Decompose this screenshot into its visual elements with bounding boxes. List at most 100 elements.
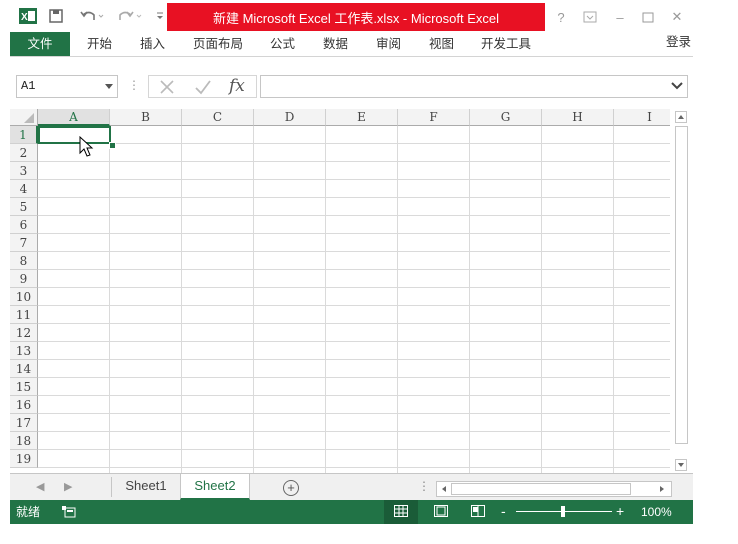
vertical-scroll-thumb[interactable] [675, 126, 688, 444]
grid-row-line [38, 143, 670, 144]
horizontal-scrollbar[interactable] [436, 481, 672, 497]
macro-record-icon[interactable] [62, 506, 76, 518]
scroll-left-icon[interactable] [438, 483, 450, 495]
column-header-g[interactable]: G [470, 109, 542, 126]
row-header-8[interactable]: 8 [10, 252, 38, 270]
scroll-down-icon[interactable] [675, 459, 687, 471]
row-header-5[interactable]: 5 [10, 198, 38, 216]
row-header-6[interactable]: 6 [10, 216, 38, 234]
undo-icon[interactable] [78, 6, 106, 26]
grid-row-line [38, 287, 670, 288]
tab-formulas[interactable]: 公式 [270, 32, 295, 56]
prev-sheet-icon[interactable]: ◀ [36, 480, 44, 493]
ribbon-tabs: 文件 开始 插入 页面布局 公式 数据 审阅 视图 开发工具 [10, 32, 693, 56]
grid-row-line [38, 341, 670, 342]
row-header-16[interactable]: 16 [10, 396, 38, 414]
tab-data[interactable]: 数据 [323, 32, 348, 56]
normal-view-button[interactable] [384, 500, 418, 524]
grid-row-line [38, 161, 670, 162]
add-sheet-button[interactable]: + [283, 480, 299, 496]
tab-home[interactable]: 开始 [87, 32, 112, 56]
row-header-17[interactable]: 17 [10, 414, 38, 432]
tab-developer[interactable]: 开发工具 [481, 32, 531, 56]
scroll-up-icon[interactable] [675, 111, 687, 123]
ribbon-divider [10, 56, 693, 57]
grid-row-line [38, 449, 670, 450]
row-header-1[interactable]: 1 [10, 126, 38, 144]
formula-input[interactable] [260, 75, 688, 98]
row-header-11[interactable]: 11 [10, 306, 38, 324]
minimize-button[interactable]: – [610, 8, 630, 26]
grid-row-line [38, 323, 670, 324]
column-header-i[interactable]: I [614, 109, 670, 126]
tab-file[interactable]: 文件 [10, 32, 70, 56]
zoom-level[interactable]: 100% [641, 500, 672, 524]
zoom-slider-thumb[interactable] [561, 506, 565, 517]
zoom-out-button[interactable]: - [501, 500, 506, 522]
worksheet-grid[interactable]: ABCDEFGHI 1 2 3 4 5 6 7 8 9 10 11 12 13 14 15 16 17 18 19 [10, 109, 670, 473]
row-header-10[interactable]: 10 [10, 288, 38, 306]
close-button[interactable]: ✕ [667, 8, 687, 26]
cancel-icon[interactable] [159, 79, 175, 95]
customize-qat-icon[interactable] [155, 6, 165, 26]
chevron-down-icon[interactable] [105, 84, 113, 89]
column-header-h[interactable]: H [542, 109, 614, 126]
tab-review[interactable]: 审阅 [376, 32, 401, 56]
name-box[interactable]: A1 [16, 75, 118, 98]
tab-view[interactable]: 视图 [429, 32, 454, 56]
column-header-a[interactable]: A [38, 109, 110, 126]
maximize-button[interactable] [638, 8, 658, 26]
column-header-e[interactable]: E [326, 109, 398, 126]
row-header-3[interactable]: 3 [10, 162, 38, 180]
split-handle-icon[interactable]: ⋮ [418, 479, 430, 493]
redo-icon[interactable] [116, 6, 144, 26]
vertical-scrollbar[interactable] [673, 109, 689, 473]
select-all-corner[interactable] [10, 109, 38, 126]
column-header-c[interactable]: C [182, 109, 254, 126]
save-icon[interactable] [48, 6, 64, 26]
row-header-14[interactable]: 14 [10, 360, 38, 378]
row-header-18[interactable]: 18 [10, 432, 38, 450]
window-title: 新建 Microsoft Excel 工作表.xlsx - Microsoft … [167, 3, 545, 31]
column-header-f[interactable]: F [398, 109, 470, 126]
grid-row-line [38, 233, 670, 234]
more-options-icon[interactable]: ⋮ [128, 78, 140, 92]
status-ready: 就绪 [16, 505, 41, 519]
help-button[interactable]: ? [551, 8, 571, 26]
expand-formula-bar-icon[interactable] [671, 81, 683, 91]
row-header-2[interactable]: 2 [10, 144, 38, 162]
svg-text:X: X [21, 12, 28, 23]
grid-row-line [38, 395, 670, 396]
tab-insert[interactable]: 插入 [140, 32, 165, 56]
ribbon-display-options-icon[interactable] [580, 8, 600, 26]
grid-view-icon [394, 505, 408, 517]
row-header-19[interactable]: 19 [10, 450, 38, 468]
horizontal-scroll-thumb[interactable] [451, 483, 631, 495]
row-header-12[interactable]: 12 [10, 324, 38, 342]
sheet-tab-sheet2[interactable]: Sheet2 [180, 474, 250, 500]
row-header-9[interactable]: 9 [10, 270, 38, 288]
mouse-cursor-icon [79, 136, 94, 157]
fill-handle[interactable] [109, 142, 116, 149]
column-header-b[interactable]: B [110, 109, 182, 126]
insert-function-button[interactable]: fx [229, 76, 245, 96]
row-header-15[interactable]: 15 [10, 378, 38, 396]
tab-page-layout[interactable]: 页面布局 [193, 32, 243, 56]
page-layout-view-icon[interactable] [434, 505, 448, 517]
sign-in-link[interactable]: 登录 [666, 32, 691, 52]
zoom-in-button[interactable]: + [616, 500, 624, 523]
row-header-4[interactable]: 4 [10, 180, 38, 198]
row-header-7[interactable]: 7 [10, 234, 38, 252]
sheet-tab-sheet1[interactable]: Sheet1 [112, 474, 180, 498]
next-sheet-icon[interactable]: ▶ [64, 480, 72, 493]
grid-row-line [38, 197, 670, 198]
enter-check-icon[interactable] [194, 79, 212, 95]
column-header-d[interactable]: D [254, 109, 326, 126]
page-break-view-icon[interactable] [471, 505, 485, 517]
scroll-right-icon[interactable] [656, 483, 668, 495]
sheet-tab-bar: ◀ ▶ Sheet1 Sheet2 + ⋮ [10, 473, 693, 501]
name-box-value: A1 [21, 79, 36, 93]
active-cell[interactable] [38, 126, 111, 144]
grid-row-line [38, 467, 670, 468]
row-header-13[interactable]: 13 [10, 342, 38, 360]
